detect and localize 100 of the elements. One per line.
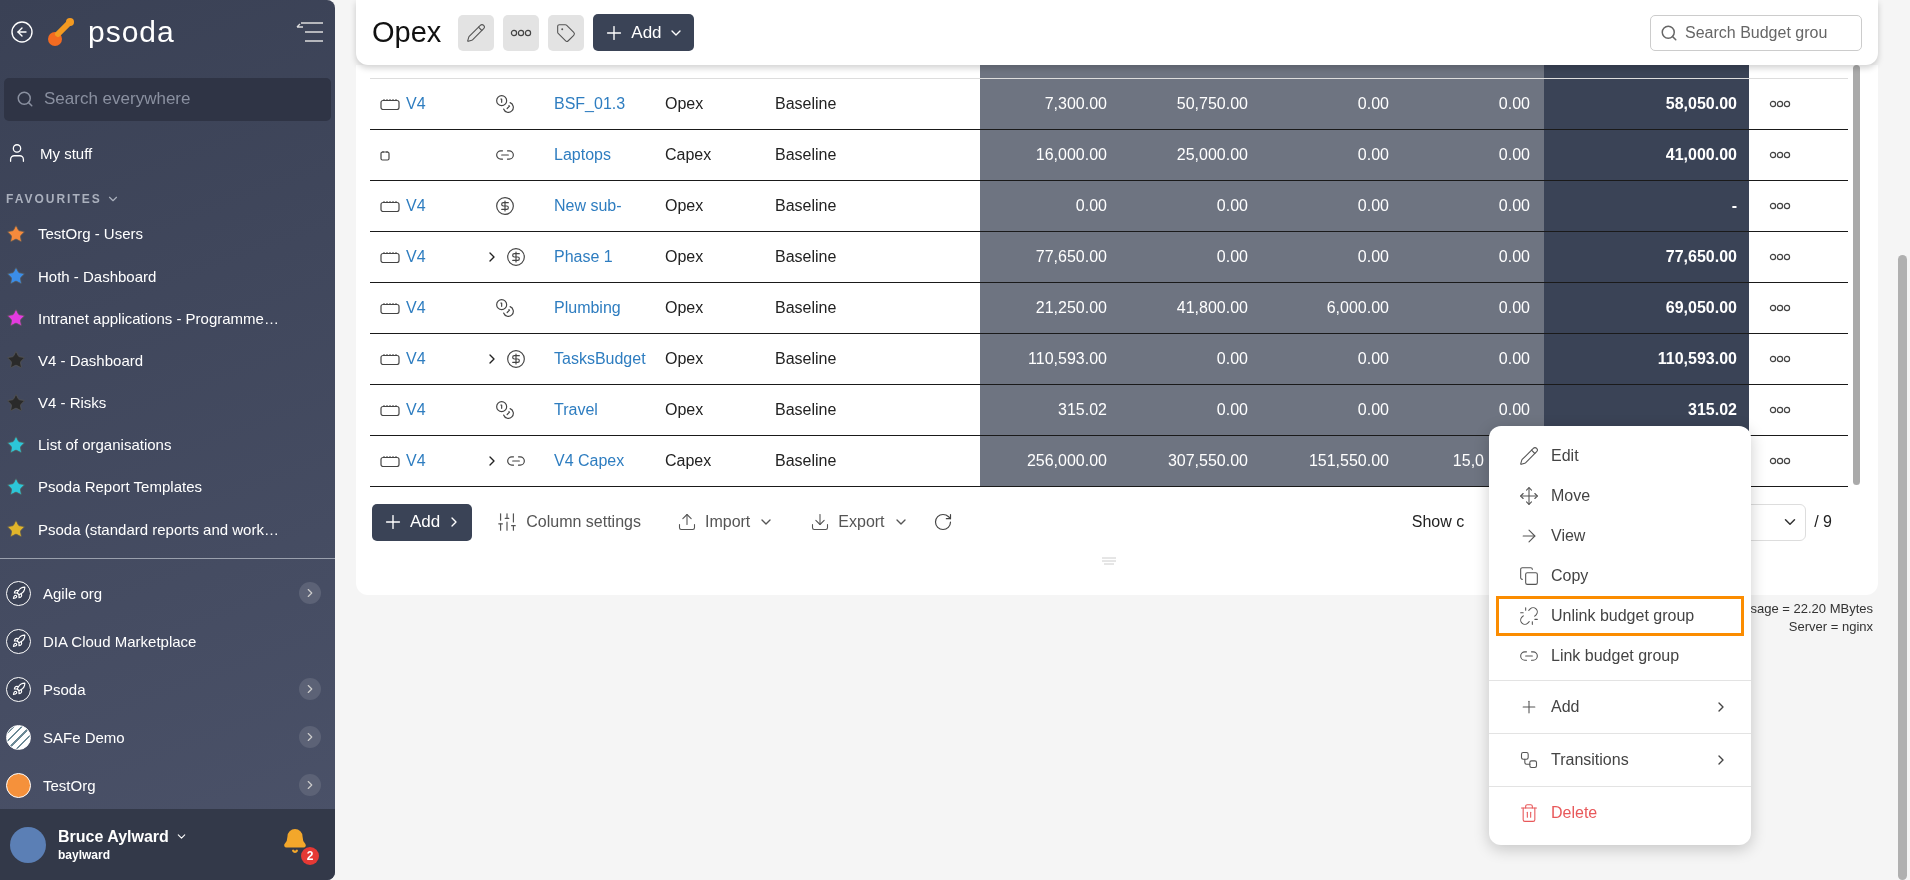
page-count: / 9 — [1814, 513, 1832, 531]
version-link[interactable]: V4 — [406, 350, 426, 368]
total-cell: 77,650.00 — [1544, 232, 1749, 282]
row-actions-icon[interactable] — [1769, 406, 1791, 414]
page-title: Opex — [372, 16, 442, 49]
calendar-icon — [380, 404, 400, 416]
row-actions-icon[interactable] — [1769, 100, 1791, 108]
back-icon[interactable] — [10, 20, 34, 45]
scrollbar-thumb[interactable] — [1852, 65, 1860, 485]
version-link[interactable]: V4 — [406, 197, 426, 215]
table-cell: 0.00 — [1403, 283, 1544, 333]
table-cell: 256,000.00 — [980, 436, 1121, 486]
row-actions-icon[interactable] — [1769, 202, 1791, 210]
version-link[interactable]: V4 — [406, 95, 426, 113]
favourite-item[interactable]: Hoth - Dashboard — [0, 255, 335, 298]
favourite-item[interactable]: Intranet applications - Programme… — [0, 297, 335, 340]
table-cell: 77,650.00 — [980, 232, 1121, 282]
my-stuff-link[interactable]: My stuff — [0, 120, 335, 186]
budget-group-link[interactable]: Phase 1 — [554, 248, 613, 266]
calendar-icon — [380, 353, 400, 365]
budget-group-link[interactable]: TasksBudget — [554, 350, 646, 368]
table-cell-text: Opex — [665, 247, 705, 267]
move-icon — [1519, 486, 1539, 506]
budget-group-link[interactable]: BSF_01.3 — [554, 95, 626, 113]
calendar-icon — [380, 200, 400, 212]
organisation-item[interactable]: Agile org — [0, 569, 335, 618]
row-actions-icon[interactable] — [1769, 304, 1791, 312]
rocket-avatar-icon — [6, 628, 31, 654]
table-cell-text: Capex — [665, 451, 713, 471]
row-actions-icon[interactable] — [1769, 457, 1791, 465]
budget-group-link[interactable]: New sub- — [554, 197, 622, 215]
more-icon — [510, 28, 533, 37]
add-button[interactable]: Add — [372, 503, 473, 541]
table-cell: 0.00 — [1121, 385, 1262, 435]
table-cell-text: Opex — [665, 400, 705, 420]
favourite-item[interactable]: Psoda Report Templates — [0, 465, 335, 508]
row-actions-icon[interactable] — [1769, 253, 1791, 261]
version-link[interactable]: V4 — [406, 401, 426, 419]
favourite-item[interactable]: V4 - Risks — [0, 381, 335, 424]
username: baylward — [58, 847, 112, 862]
table-cell: 110,593.00 — [980, 334, 1121, 384]
favourite-item[interactable]: List of organisations — [0, 423, 335, 466]
organisation-item[interactable]: TestOrg — [0, 761, 335, 810]
table-cell: 0.00 — [1121, 232, 1262, 282]
collapse-menu-icon[interactable] — [295, 21, 325, 44]
expand-button[interactable] — [299, 678, 321, 701]
budget-group-link[interactable]: Laptops — [554, 146, 611, 164]
notifications-button[interactable]: 2 — [279, 824, 319, 865]
total-cell: 69,050.00 — [1544, 283, 1749, 333]
table-cell: 25,000.00 — [1121, 130, 1262, 180]
table-cell: 50,750.00 — [1121, 79, 1262, 129]
row-actions-icon[interactable] — [1769, 355, 1791, 363]
sliders-icon — [496, 511, 519, 533]
download-icon — [810, 512, 831, 532]
budget-group-link[interactable]: V4 Capex — [554, 452, 625, 470]
organisation-item[interactable]: DIA Cloud Marketplace — [0, 617, 335, 666]
organisation-item[interactable]: SAFe Demo — [0, 713, 335, 762]
add-button[interactable]: Add — [593, 14, 694, 51]
tag-button[interactable] — [548, 14, 585, 51]
refresh-icon[interactable] — [932, 512, 953, 532]
server-info-text: Server = nginx — [1788, 619, 1873, 634]
logo-text: psoda — [88, 15, 175, 50]
table-cell: 41,800.00 — [1121, 283, 1262, 333]
table-cell: 0.00 — [1403, 385, 1544, 435]
export-button[interactable]: Export — [798, 512, 921, 532]
total-cell: - — [1544, 181, 1749, 231]
table-cell: 6,000.00 — [1262, 283, 1403, 333]
expand-button[interactable] — [299, 726, 321, 749]
version-link[interactable]: V4 — [406, 248, 426, 266]
search-field[interactable]: Search everywhere — [4, 77, 331, 121]
favourite-item[interactable]: TestOrg - Users — [0, 212, 335, 256]
expand-button[interactable] — [299, 774, 321, 797]
table-cell-text: Baseline — [775, 298, 838, 318]
calendar-icon — [380, 251, 400, 263]
table-cell: 0.00 — [1262, 79, 1403, 129]
table-cell: 21,250.00 — [980, 283, 1121, 333]
notification-count: 2 — [301, 846, 319, 865]
favourite-item[interactable]: Psoda (standard reports and work… — [0, 508, 335, 551]
import-button[interactable]: Import — [664, 512, 787, 532]
scrollbar-thumb[interactable] — [1898, 255, 1907, 880]
budget-group-link[interactable]: Travel — [554, 401, 598, 419]
menu-item[interactable]: Unlink budget group — [1496, 596, 1744, 636]
more-button[interactable] — [503, 14, 540, 51]
search-field[interactable]: Search Budget grou — [1650, 14, 1862, 51]
row-actions-icon[interactable] — [1769, 151, 1791, 159]
favourite-item[interactable]: V4 - Dashboard — [0, 339, 335, 382]
organisation-item[interactable]: Psoda — [0, 665, 335, 714]
column-settings-button[interactable]: Column settings — [484, 511, 653, 533]
unlink-icon — [1519, 606, 1539, 626]
budget-group-link[interactable]: Plumbing — [554, 299, 621, 317]
table-cell: 0.00 — [1262, 232, 1403, 282]
user-name[interactable]: Bruce Aylward — [58, 827, 188, 846]
pencil-icon — [466, 22, 487, 43]
version-link[interactable]: V4 — [406, 452, 426, 470]
version-link[interactable]: V4 — [406, 299, 426, 317]
resize-handle-icon[interactable] — [1101, 557, 1117, 567]
table-cell: 151,550.00 — [1262, 436, 1403, 486]
expand-button[interactable] — [299, 582, 321, 605]
user-avatar — [10, 826, 46, 863]
edit-button[interactable] — [458, 14, 495, 51]
